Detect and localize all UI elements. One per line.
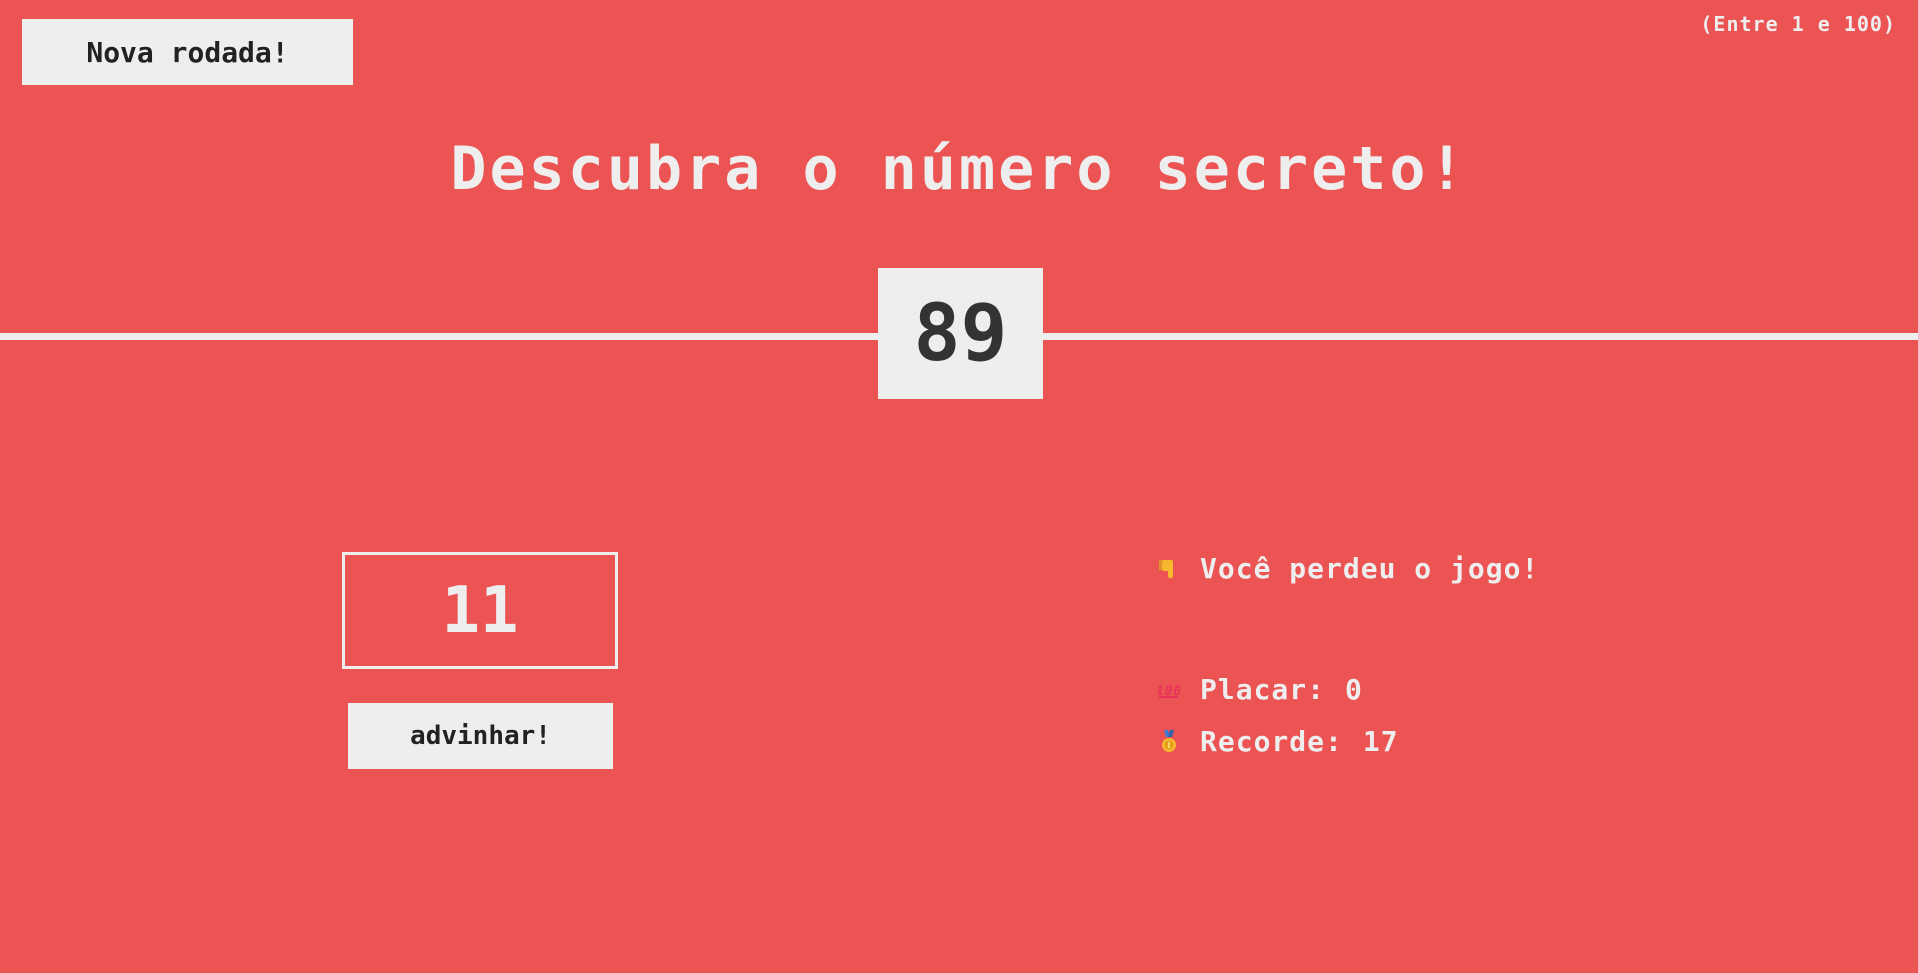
medal-icon xyxy=(1158,729,1180,753)
highscore-line: Recorde: 17 xyxy=(1158,725,1399,758)
game-message-text: Você perdeu o jogo! xyxy=(1200,552,1540,585)
hundred-points-icon: 100 xyxy=(1158,679,1180,701)
range-hint: (Entre 1 e 100) xyxy=(1700,12,1896,36)
new-round-button[interactable]: Nova rodada! xyxy=(22,19,353,85)
highscore-value: 17 xyxy=(1362,725,1399,758)
score-value: 0 xyxy=(1345,673,1363,706)
guess-input[interactable] xyxy=(342,552,618,669)
thumbs-down-icon xyxy=(1158,558,1180,580)
page-title: Descubra o número secreto! xyxy=(450,134,1468,204)
score-line: 100 Placar: 0 xyxy=(1158,673,1363,706)
highscore-label: Recorde: xyxy=(1200,725,1343,758)
game-message: Você perdeu o jogo! xyxy=(1158,552,1539,585)
guess-button[interactable]: advinhar! xyxy=(348,703,613,769)
score-label: Placar: xyxy=(1200,673,1326,706)
secret-number-box: 89 xyxy=(878,268,1043,399)
